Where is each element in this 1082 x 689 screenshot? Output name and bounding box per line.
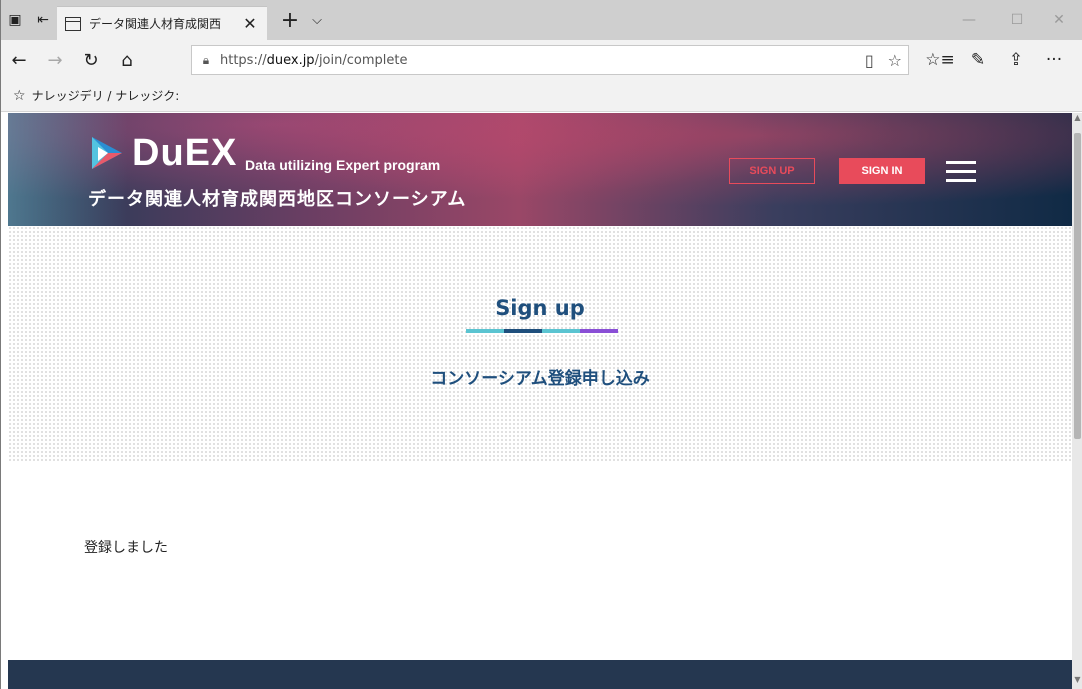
- reading-view-icon[interactable]: ▯: [865, 51, 874, 70]
- page-hero: Sign up コンソーシアム登録申し込み: [8, 226, 1072, 462]
- star-icon: ☆: [13, 87, 26, 104]
- back-arrow-icon[interactable]: ←: [1, 40, 37, 80]
- tab-title: データ関連人材育成関西: [89, 17, 222, 31]
- url-text: https://duex.jp/join/complete: [220, 52, 408, 68]
- scroll-up-icon[interactable]: ▲: [1072, 113, 1082, 127]
- logo-subtitle: データ関連人材育成関西地区コンソーシアム: [88, 189, 467, 210]
- hamburger-menu-icon[interactable]: [946, 161, 976, 183]
- pen-icon[interactable]: ✎: [959, 50, 997, 70]
- page-icon: [65, 16, 81, 31]
- chevron-down-icon[interactable]: ⌵: [305, 0, 329, 40]
- navigation-bar: ← → ↻ ⌂ 🔒︎ https://duex.jp/join/complete…: [1, 40, 1082, 80]
- window-close-icon[interactable]: ✕: [1035, 0, 1082, 40]
- set-aside-icon[interactable]: ⇤: [29, 0, 57, 40]
- site-header: DuEX Data utilizing Expert program データ関連…: [8, 113, 1072, 226]
- more-icon[interactable]: ···: [1035, 50, 1073, 70]
- share-icon[interactable]: ⇪: [997, 50, 1035, 70]
- forward-arrow-icon[interactable]: →: [37, 40, 73, 80]
- favorite-item[interactable]: ナレッジデリ / ナレッジク:: [32, 87, 180, 104]
- logo-tagline: Data utilizing Expert program: [245, 157, 441, 173]
- favorites-bar: ☆ ナレッジデリ / ナレッジク:: [1, 80, 1082, 112]
- title-underline: [466, 329, 618, 333]
- site-footer: [8, 660, 1072, 689]
- logo-wordmark[interactable]: DuEX: [132, 133, 237, 173]
- star-icon[interactable]: ☆: [888, 51, 902, 70]
- completion-message: 登録しました: [84, 540, 168, 556]
- page-subtitle: コンソーシアム登録申し込み: [430, 369, 650, 389]
- home-icon[interactable]: ⌂: [109, 40, 145, 80]
- scroll-thumb[interactable]: [1074, 133, 1081, 439]
- browser-window: ▣ ⇤ データ関連人材育成関西 ✕ + ⌵ — ☐ ✕ ← → ↻ ⌂ 🔒︎ h…: [0, 0, 1082, 689]
- page-scrollbar[interactable]: ▲ ▼: [1072, 113, 1082, 689]
- tab-actions-icon[interactable]: ▣: [1, 0, 29, 40]
- signin-button[interactable]: SIGN IN: [839, 158, 925, 184]
- plus-icon[interactable]: +: [275, 0, 305, 40]
- favorites-list-icon[interactable]: ☆≡: [921, 50, 959, 70]
- duex-logo-icon[interactable]: [90, 135, 124, 171]
- minimize-icon[interactable]: —: [945, 0, 993, 40]
- scroll-down-icon[interactable]: ▼: [1072, 675, 1082, 689]
- tab-bar: ▣ ⇤ データ関連人材育成関西 ✕ + ⌵ — ☐ ✕: [1, 0, 1082, 40]
- close-icon[interactable]: ✕: [241, 14, 259, 33]
- refresh-icon[interactable]: ↻: [73, 40, 109, 80]
- browser-tab[interactable]: データ関連人材育成関西 ✕: [57, 6, 267, 40]
- address-bar[interactable]: 🔒︎ https://duex.jp/join/complete ▯ ☆: [191, 45, 909, 75]
- page-viewport: DuEX Data utilizing Expert program データ関連…: [8, 113, 1072, 689]
- maximize-icon[interactable]: ☐: [993, 0, 1041, 40]
- page-title: Sign up: [495, 296, 585, 320]
- signup-button[interactable]: SIGN UP: [729, 158, 815, 184]
- lock-icon: 🔒︎: [202, 52, 210, 67]
